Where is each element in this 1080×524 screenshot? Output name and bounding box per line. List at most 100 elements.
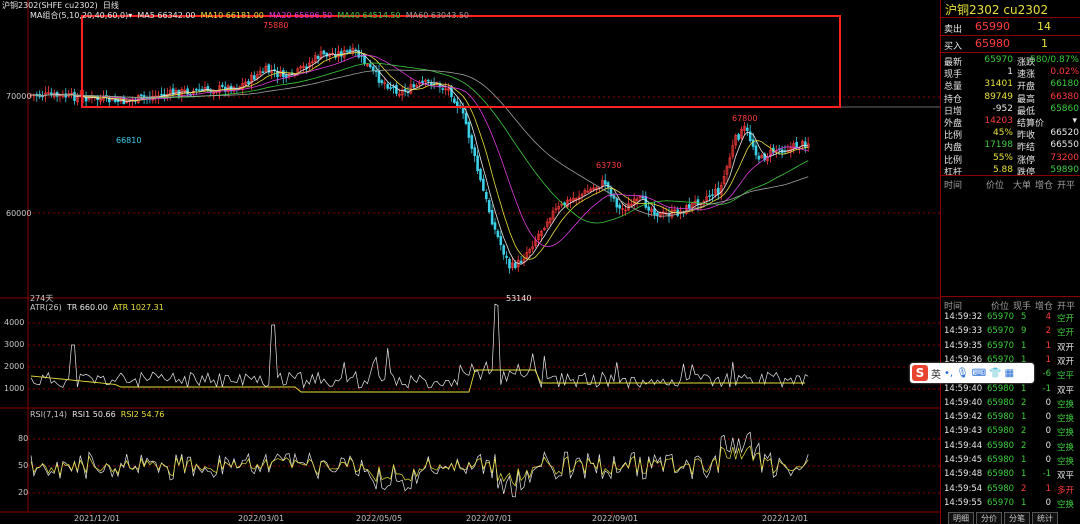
- bid-row[interactable]: 买入 65980 1: [941, 36, 1080, 52]
- kline-chart[interactable]: [0, 0, 940, 524]
- rsi1-value: RSI1 50.66: [72, 410, 116, 419]
- candle-body: [467, 122, 471, 138]
- ma-combo-dropdown-icon[interactable]: ▾: [128, 11, 132, 20]
- price-axis-label: 70000: [6, 92, 32, 101]
- candle-body: [426, 79, 430, 82]
- candle-body: [502, 245, 506, 255]
- candle-body: [453, 98, 456, 103]
- settle-dropdown-icon[interactable]: ▾: [1072, 116, 1077, 126]
- quote-value: 66380: [1050, 91, 1079, 102]
- tick-time: 14:59:55: [944, 497, 983, 508]
- ma-legend: MA组合(5,10,20,40,60,0)▾ MA5 66342.00 MA10…: [30, 10, 469, 21]
- quote-value: 65860: [1050, 103, 1079, 114]
- rsi-axis-label: 80: [18, 434, 29, 443]
- candle-body: [647, 206, 651, 211]
- candle-body: [395, 84, 398, 94]
- ime-skin-icon[interactable]: 👕: [989, 368, 1001, 379]
- date-axis-label: 2022/07/01: [466, 514, 513, 523]
- tick-volume: 2: [1021, 397, 1027, 408]
- candle-body: [513, 262, 517, 269]
- tick-row[interactable]: 14:59:33 65970 9 2 空开: [941, 325, 1080, 339]
- tick-oi-change: 1: [1045, 483, 1051, 494]
- tick-header: 时间 价位 现手 增仓 开平: [941, 298, 1080, 312]
- tick-price: 65970: [987, 312, 1015, 322]
- ime-toolbox-icon[interactable]: ▦: [1005, 368, 1014, 379]
- ime-mode-toggle[interactable]: 英: [931, 366, 941, 381]
- tick-row[interactable]: 14:59:40 65980 1 -1 双平: [941, 383, 1080, 397]
- tick-volume: 2: [1021, 426, 1027, 437]
- quote-panel: 沪铜2302 cu2302 卖出 65990 14 买入 65980 1 最新 6…: [940, 0, 1080, 524]
- col-header-oi-change: 增仓: [1035, 181, 1054, 191]
- ask-row[interactable]: 卖出 65990 14: [941, 19, 1080, 35]
- tab-detail[interactable]: 明细: [948, 512, 974, 524]
- tick-volume: 1: [1021, 469, 1027, 480]
- tick-volume: 1: [1021, 340, 1027, 351]
- tick-row[interactable]: 14:59:42 65980 1 0 空换: [941, 411, 1080, 425]
- quote-value: 1: [1007, 67, 1013, 78]
- ime-punctuation-icon[interactable]: •,: [944, 368, 953, 379]
- tick-row[interactable]: 14:59:55 65970 1 0 空换: [941, 497, 1080, 511]
- candle-body: [653, 208, 656, 216]
- candle-body: [603, 180, 607, 185]
- candle-body: [795, 141, 798, 149]
- candle-body: [618, 204, 622, 209]
- quote-value: 89749: [984, 91, 1013, 102]
- ma10-legend: MA10 66181.00: [200, 11, 264, 20]
- tick-row[interactable]: 14:59:44 65980 2 0 空换: [941, 440, 1080, 454]
- quote-value: -580/0.87%: [1026, 55, 1079, 65]
- tick-row[interactable]: 14:59:43 65980 2 0 空换: [941, 425, 1080, 439]
- highlight-box: [81, 15, 841, 108]
- date-axis-label: 2022/05/05: [356, 514, 403, 523]
- annotation-high: 63730: [596, 161, 622, 170]
- tick-openclose: 空换: [1057, 442, 1075, 453]
- quote-value: 14203: [984, 116, 1013, 126]
- ime-keyboard-icon[interactable]: ⌨: [972, 368, 986, 379]
- tick-time: 14:59:43: [944, 426, 983, 437]
- rsi2-value: RSI2 54.76: [120, 410, 165, 419]
- tick-oi-change: 0: [1045, 412, 1051, 423]
- ma-combo-label[interactable]: MA组合(5,10,20,40,60,0): [30, 11, 128, 20]
- bid-volume: 1: [1041, 37, 1048, 50]
- tab-price-distribution[interactable]: 分价: [976, 512, 1002, 524]
- candle-body: [195, 88, 198, 91]
- tick-time: 14:59:33: [944, 326, 983, 337]
- tick-row[interactable]: 14:59:45 65980 1 0 空换: [941, 454, 1080, 468]
- tick-row[interactable]: 14:59:40 65980 2 0 空换: [941, 397, 1080, 411]
- tick-oi-change: 1: [1045, 340, 1051, 351]
- tick-row[interactable]: 14:59:32 65970 5 4 空开: [941, 311, 1080, 325]
- candle-body: [606, 182, 610, 188]
- tick-openclose: 空开: [1057, 314, 1075, 324]
- tab-tick[interactable]: 分笔: [1004, 512, 1030, 524]
- kline-chart-area[interactable]: 沪铜2302(SHFE cu2302) 日线 MA组合(5,10,20,40,6…: [0, 0, 940, 524]
- quote-value: 5.88: [992, 164, 1013, 175]
- ime-logo-icon[interactable]: S: [912, 365, 928, 381]
- atr-label[interactable]: ATR(26): [30, 303, 62, 312]
- period-label[interactable]: 日线: [103, 1, 119, 10]
- candle-body: [371, 66, 375, 71]
- tab-statistics[interactable]: 统计: [1032, 512, 1058, 524]
- date-axis-label: 2022/03/01: [238, 514, 285, 523]
- candle-body: [392, 86, 395, 89]
- tick-row[interactable]: 14:59:35 65970 1 1 双开: [941, 340, 1080, 354]
- candle-body: [284, 75, 288, 78]
- tick-volume: 5: [1021, 312, 1027, 322]
- candle-body: [197, 89, 201, 92]
- rsi-label[interactable]: RSI(7,14): [30, 410, 67, 419]
- quote-value: 0.02%: [1050, 67, 1079, 78]
- rsi-axis-label: 20: [18, 488, 29, 497]
- ime-mic-icon[interactable]: 🎙: [956, 368, 969, 379]
- candle-body: [247, 81, 250, 84]
- annotation-high: 75880: [263, 21, 289, 30]
- atr-tr-value: TR 660.00: [66, 303, 108, 312]
- quote-value: 66180: [1050, 79, 1079, 90]
- tick-price: 65980: [987, 383, 1015, 394]
- ask-price: 65990: [975, 20, 1010, 33]
- quote-value: 31401: [984, 79, 1013, 90]
- candle-body: [708, 195, 711, 197]
- ime-toolbar[interactable]: S 英 •, 🎙 ⌨ 👕 ▦: [910, 363, 1034, 383]
- tick-row[interactable]: 14:59:54 65980 2 1 多开: [941, 483, 1080, 497]
- candle-body: [476, 155, 479, 172]
- tick-time: 14:59:44: [944, 440, 983, 451]
- tick-price: 65970: [987, 497, 1015, 508]
- tick-row[interactable]: 14:59:48 65980 1 -1 双平: [941, 468, 1080, 482]
